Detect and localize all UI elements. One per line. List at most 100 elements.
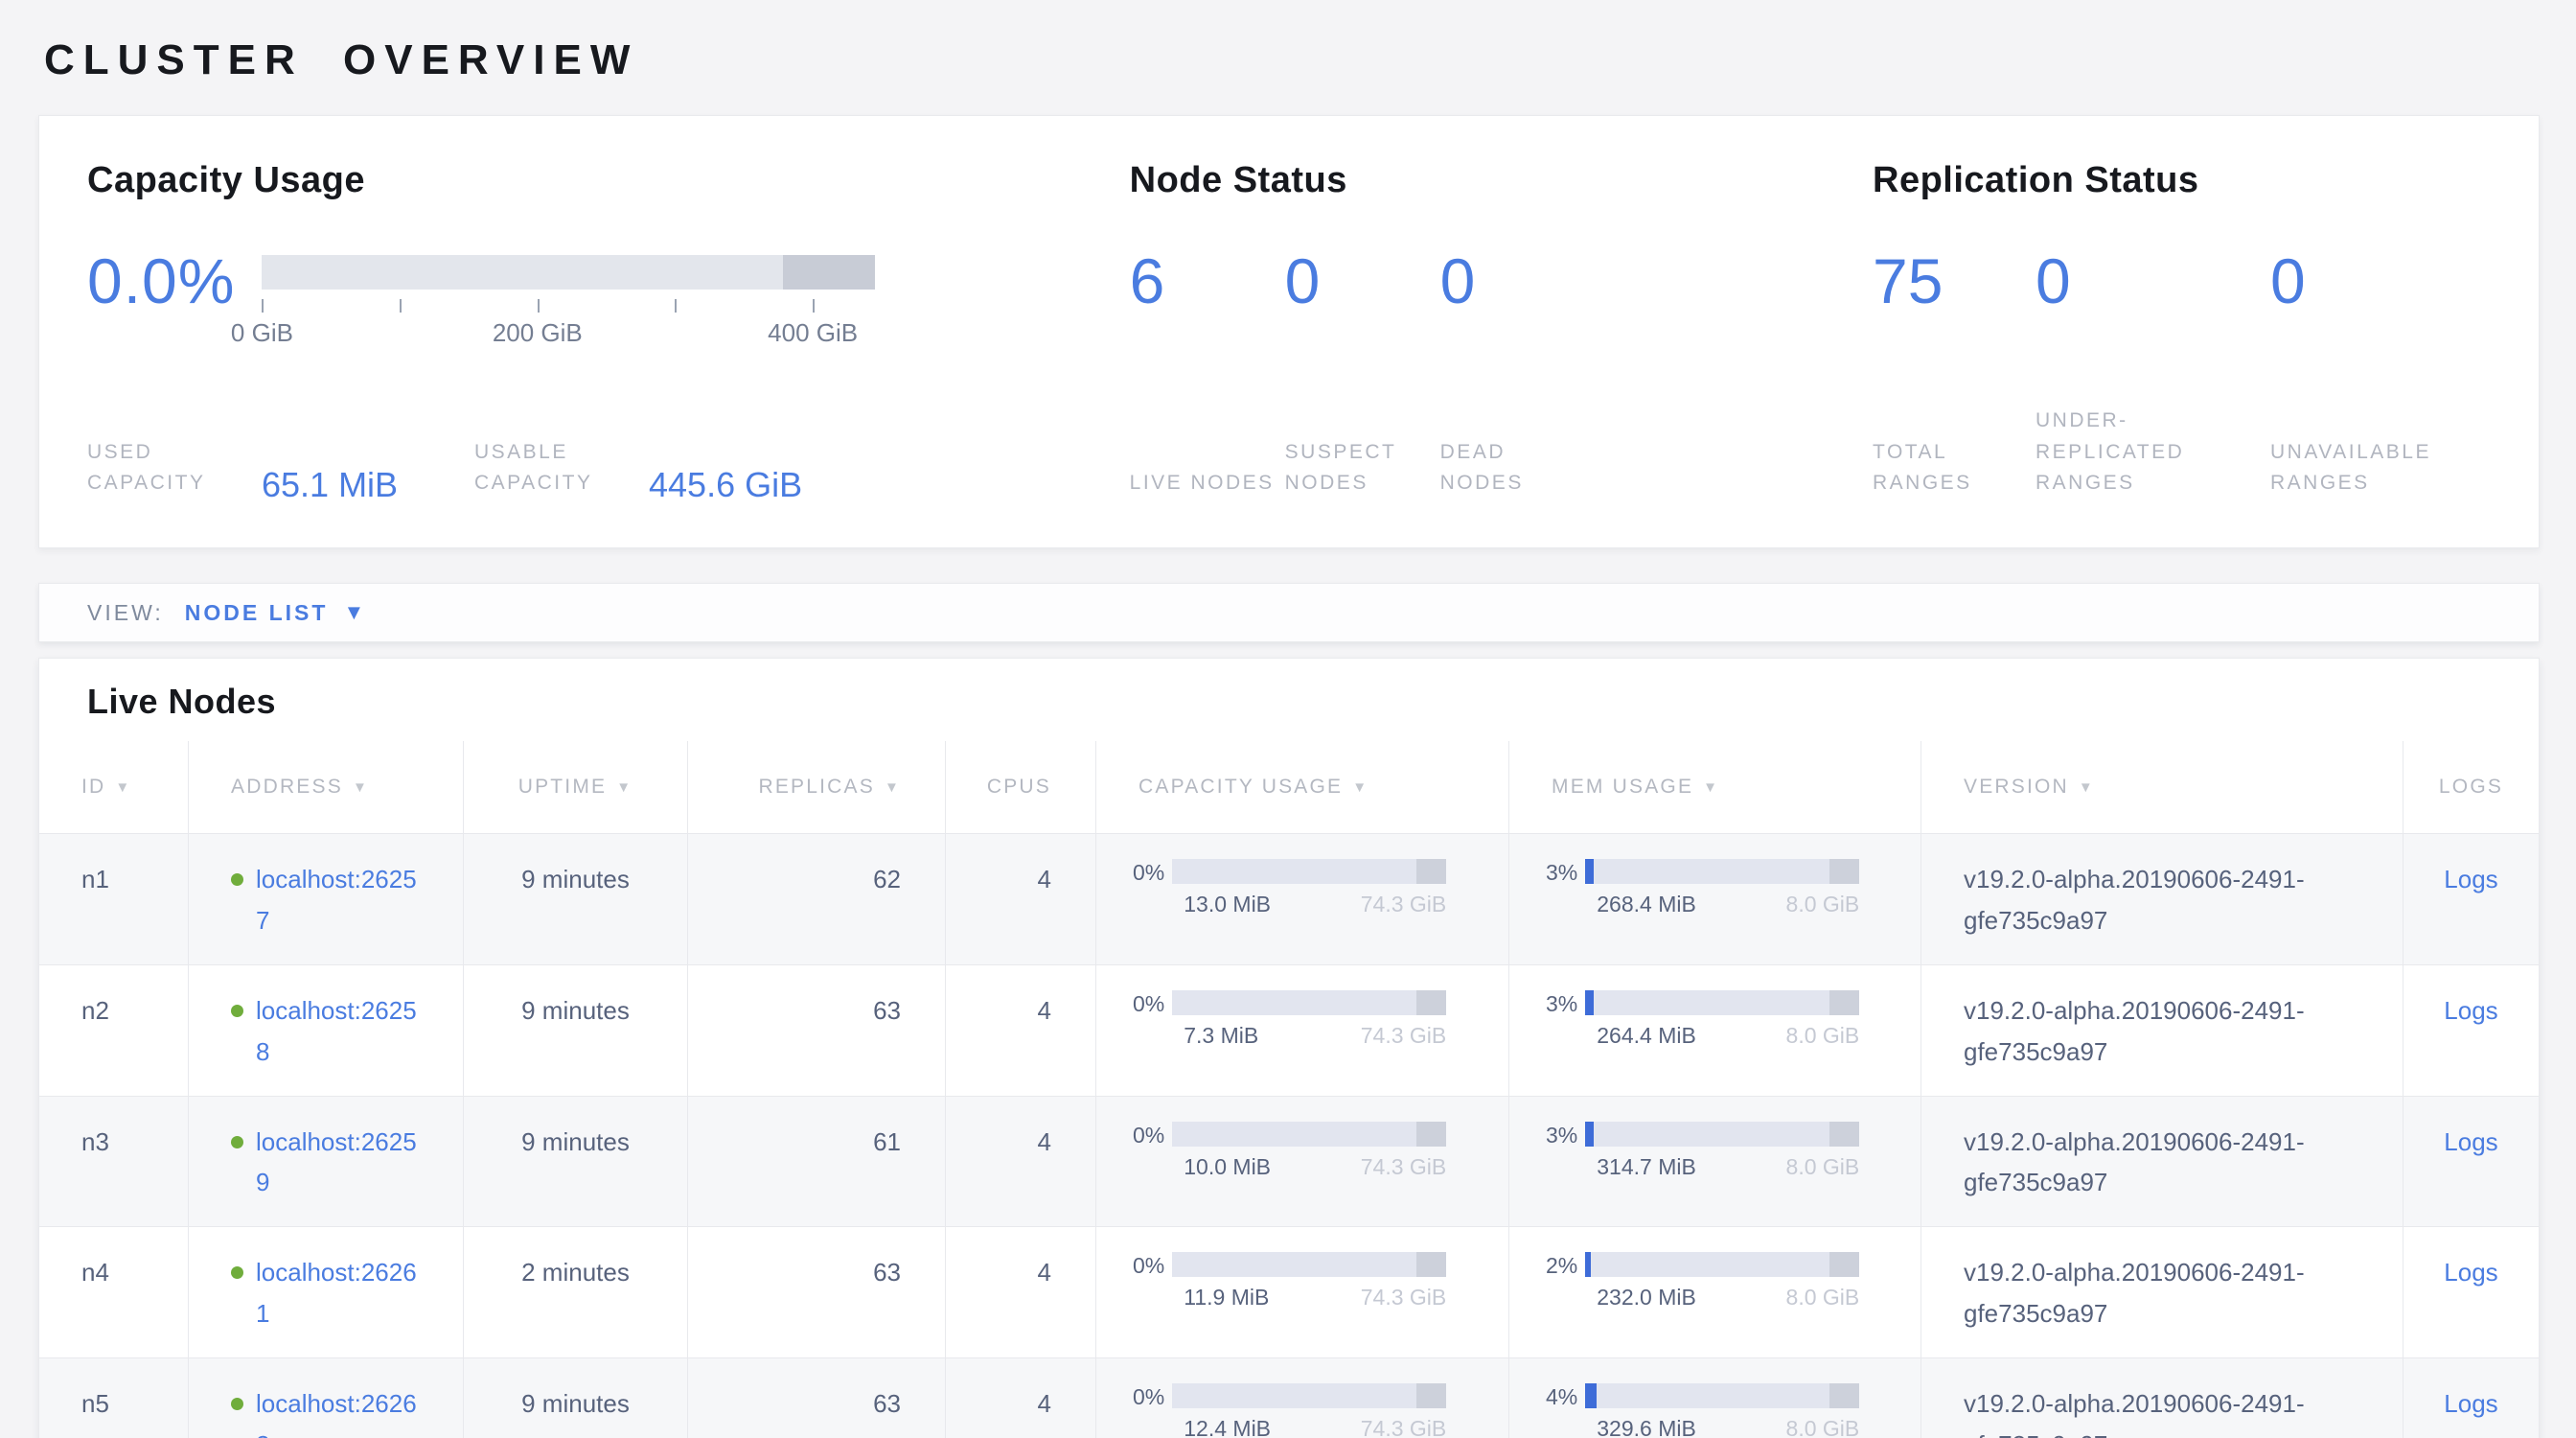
capacity-bar-area: 13.0 MiB 74.3 GiB bbox=[1172, 859, 1446, 918]
live-nodes-stat: 6 LIVE NODES bbox=[1130, 249, 1285, 499]
mem-total-value: 8.0 GiB bbox=[1786, 1154, 1860, 1181]
node-address-cell: localhost:26261 bbox=[189, 1227, 464, 1357]
node-uptime-cell: 9 minutes bbox=[464, 1358, 688, 1438]
mem-percent-label: 2% bbox=[1546, 1253, 1577, 1280]
logs-link[interactable]: Logs bbox=[2444, 865, 2497, 893]
chevron-down-icon: ▼ bbox=[343, 600, 367, 625]
table-row: n3 localhost:26259 9 minutes 61 4 0% 10.… bbox=[39, 1096, 2539, 1227]
cluster-summary-card: Capacity Usage 0.0% 0 GiB200 GiB400 GiB … bbox=[38, 115, 2540, 548]
mem-total-value: 8.0 GiB bbox=[1786, 1285, 1860, 1311]
table-row: n2 localhost:26258 9 minutes 63 4 0% 7.3… bbox=[39, 964, 2539, 1096]
live-nodes-card: Live Nodes ID ▼ ADDRESS ▼ UPTIME ▼ REPLI… bbox=[38, 658, 2540, 1438]
replication-status-section: Replication Status 75 TOTAL RANGES 0 UND… bbox=[1873, 160, 2491, 499]
mem-total-value: 8.0 GiB bbox=[1786, 1023, 1860, 1050]
capacity-bar bbox=[1172, 1252, 1446, 1277]
node-mem-usage-cell: 3% 264.4 MiB 8.0 GiB bbox=[1509, 965, 1921, 1096]
unavailable-ranges-label: UNAVAILABLE RANGES bbox=[2270, 437, 2472, 499]
capacity-total-value: 74.3 GiB bbox=[1361, 1154, 1447, 1181]
capacity-bar bbox=[1172, 1383, 1446, 1408]
node-address-link[interactable]: localhost:26262 bbox=[256, 1383, 421, 1438]
capacity-used-value: 10.0 MiB bbox=[1184, 1154, 1271, 1181]
usable-capacity-label: USABLE CAPACITY bbox=[474, 437, 637, 499]
live-nodes-label: LIVE NODES bbox=[1130, 468, 1285, 499]
node-version-cell: v19.2.0-alpha.20190606-2491-gfe735c9a97 bbox=[1921, 1358, 2404, 1438]
column-header-uptime[interactable]: UPTIME ▼ bbox=[464, 741, 688, 833]
table-row: n1 localhost:26257 9 minutes 62 4 0% 13.… bbox=[39, 833, 2539, 964]
node-uptime-cell: 2 minutes bbox=[464, 1227, 688, 1357]
suspect-nodes-stat: 0 SUSPECT NODES bbox=[1285, 249, 1440, 499]
column-header-id[interactable]: ID ▼ bbox=[39, 741, 189, 833]
node-status-section: Node Status 6 LIVE NODES 0 SUSPECT NODES… bbox=[1130, 160, 1873, 499]
logs-link[interactable]: Logs bbox=[2444, 1389, 2497, 1418]
node-live-status-icon bbox=[231, 1136, 243, 1148]
capacity-bar-reserved-segment bbox=[1416, 1252, 1446, 1277]
node-uptime-cell: 9 minutes bbox=[464, 965, 688, 1096]
suspect-nodes-value: 0 bbox=[1285, 249, 1440, 313]
node-mem-usage-cell: 3% 268.4 MiB 8.0 GiB bbox=[1509, 834, 1921, 964]
column-header-version[interactable]: VERSION ▼ bbox=[1921, 741, 2404, 833]
node-capacity-usage-cell: 0% 12.4 MiB 74.3 GiB bbox=[1096, 1358, 1509, 1438]
node-id-cell: n2 bbox=[39, 965, 189, 1096]
node-version-cell: v19.2.0-alpha.20190606-2491-gfe735c9a97 bbox=[1921, 1227, 2404, 1357]
view-dropdown[interactable]: NODE LIST ▼ bbox=[185, 600, 367, 626]
node-mem-usage-cell: 3% 314.7 MiB 8.0 GiB bbox=[1509, 1097, 1921, 1227]
mem-bar-fill bbox=[1585, 1252, 1591, 1277]
node-uptime-cell: 9 minutes bbox=[464, 1097, 688, 1227]
capacity-used-value: 12.4 MiB bbox=[1184, 1416, 1271, 1438]
sort-desc-icon: ▼ bbox=[616, 779, 632, 796]
node-cpus-cell: 4 bbox=[946, 965, 1096, 1096]
mem-bar-area: 268.4 MiB 8.0 GiB bbox=[1585, 859, 1859, 918]
replication-status-stats: 75 TOTAL RANGES 0 UNDER-REPLICATED RANGE… bbox=[1873, 249, 2491, 499]
capacity-used-value: 11.9 MiB bbox=[1184, 1285, 1269, 1311]
capacity-total-value: 74.3 GiB bbox=[1361, 1416, 1447, 1438]
capacity-usage-section: Capacity Usage 0.0% 0 GiB200 GiB400 GiB … bbox=[87, 160, 1130, 499]
logs-link[interactable]: Logs bbox=[2444, 1258, 2497, 1287]
used-capacity-value: 65.1 MiB bbox=[262, 468, 398, 502]
dead-nodes-value: 0 bbox=[1440, 249, 1596, 313]
node-logs-cell: Logs bbox=[2404, 965, 2539, 1096]
capacity-bar bbox=[1172, 859, 1446, 884]
logs-link[interactable]: Logs bbox=[2444, 1127, 2497, 1156]
view-label: VIEW: bbox=[87, 600, 164, 626]
suspect-nodes-label: SUSPECT NODES bbox=[1285, 437, 1440, 499]
node-address-link[interactable]: localhost:26261 bbox=[256, 1252, 421, 1334]
mem-bar-reserved-segment bbox=[1829, 1383, 1859, 1408]
under-replicated-ranges-value: 0 bbox=[2036, 249, 2270, 313]
column-header-capacity-usage[interactable]: CAPACITY USAGE ▼ bbox=[1096, 741, 1509, 833]
node-address-link[interactable]: localhost:26259 bbox=[256, 1122, 421, 1204]
mem-used-value: 264.4 MiB bbox=[1597, 1023, 1696, 1050]
node-version-cell: v19.2.0-alpha.20190606-2491-gfe735c9a97 bbox=[1921, 1097, 2404, 1227]
mem-bar-area: 329.6 MiB 8.0 GiB bbox=[1585, 1383, 1859, 1438]
usable-capacity-value: 445.6 GiB bbox=[649, 468, 802, 502]
under-replicated-ranges-stat: 0 UNDER-REPLICATED RANGES bbox=[2036, 249, 2270, 499]
mem-used-value: 329.6 MiB bbox=[1597, 1416, 1696, 1438]
live-nodes-title: Live Nodes bbox=[39, 659, 2539, 741]
mem-total-value: 8.0 GiB bbox=[1786, 892, 1860, 918]
mem-percent-label: 3% bbox=[1546, 991, 1577, 1018]
mem-bar-reserved-segment bbox=[1829, 990, 1859, 1015]
node-live-status-icon bbox=[231, 873, 243, 886]
node-address-link[interactable]: localhost:26258 bbox=[256, 990, 421, 1073]
capacity-percent-label: 0% bbox=[1133, 1123, 1164, 1149]
view-selector-bar: VIEW: NODE LIST ▼ bbox=[38, 583, 2540, 642]
mem-total-value: 8.0 GiB bbox=[1786, 1416, 1860, 1438]
mem-bar bbox=[1585, 990, 1859, 1015]
mem-bar-reserved-segment bbox=[1829, 859, 1859, 884]
node-cpus-cell: 4 bbox=[946, 834, 1096, 964]
column-header-replicas[interactable]: REPLICAS ▼ bbox=[688, 741, 946, 833]
capacity-gauge: 0.0% 0 GiB200 GiB400 GiB bbox=[87, 249, 1130, 345]
node-address-link[interactable]: localhost:26257 bbox=[256, 859, 421, 941]
capacity-percent-label: 0% bbox=[1133, 1253, 1164, 1280]
used-capacity-label: USED CAPACITY bbox=[87, 437, 250, 499]
cluster-overview-page: CLUSTER OVERVIEW Capacity Usage 0.0% 0 G… bbox=[0, 0, 2576, 1438]
usable-capacity-stat: USABLE CAPACITY 445.6 GiB bbox=[474, 437, 802, 499]
column-header-cpus[interactable]: CPUS bbox=[946, 741, 1096, 833]
logs-link[interactable]: Logs bbox=[2444, 996, 2497, 1025]
column-header-address[interactable]: ADDRESS ▼ bbox=[189, 741, 464, 833]
node-capacity-usage-cell: 0% 13.0 MiB 74.3 GiB bbox=[1096, 834, 1509, 964]
column-header-mem-usage[interactable]: MEM USAGE ▼ bbox=[1509, 741, 1921, 833]
mem-percent-label: 3% bbox=[1546, 860, 1577, 887]
node-replicas-cell: 63 bbox=[688, 965, 946, 1096]
capacity-bar-reserved-segment bbox=[1416, 859, 1446, 884]
node-id-cell: n4 bbox=[39, 1227, 189, 1357]
